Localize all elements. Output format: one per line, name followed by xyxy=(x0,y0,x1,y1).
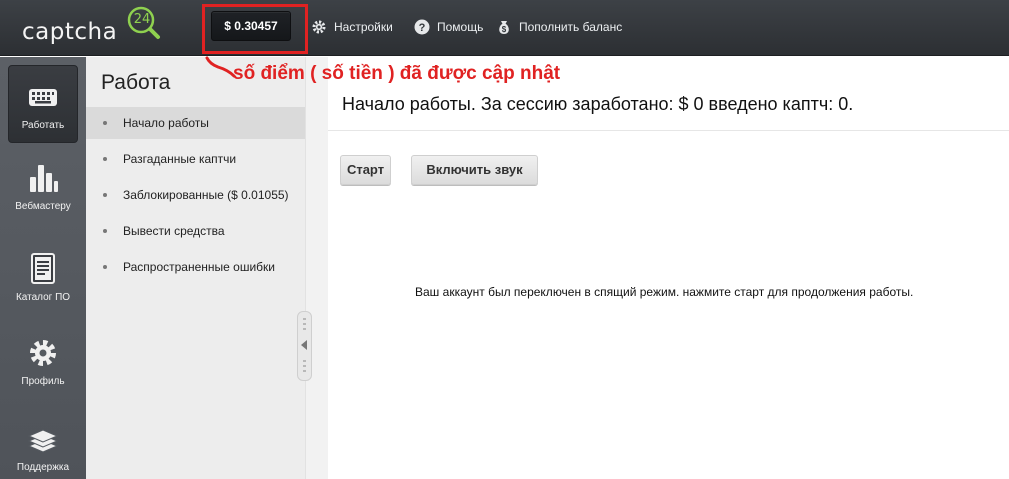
sidebar-item-label: Поддержка xyxy=(16,462,70,473)
top-up-balance-label: Пополнить баланс xyxy=(519,20,623,34)
main-gutter xyxy=(306,57,328,479)
submenu-title: Работа xyxy=(101,71,171,94)
logo-text: captcha xyxy=(22,19,118,45)
submenu-panel: Работа Начало работы Разгаданные каптчи … xyxy=(86,57,306,479)
submenu-item-label: Заблокированные ($ 0.01055) xyxy=(123,188,289,202)
main-content: Начало работы. За сессию заработано: $ 0… xyxy=(328,80,1009,479)
submenu-item-blocked[interactable]: Заблокированные ($ 0.01055) xyxy=(86,179,305,211)
submenu-item-withdraw[interactable]: Вывести средства xyxy=(86,215,305,247)
bar-chart-icon xyxy=(26,161,60,195)
submenu-item-solved-captchas[interactable]: Разгаданные каптчи xyxy=(86,143,305,175)
money-bag-icon: $ xyxy=(496,19,512,35)
svg-text:?: ? xyxy=(419,22,426,34)
help-link[interactable]: ? Помощь xyxy=(414,18,483,36)
sidebar-item-work[interactable]: Работать xyxy=(8,65,78,143)
logo-magnifier-icon: 24 xyxy=(125,5,160,39)
grip-dot xyxy=(303,360,306,362)
bullet-icon xyxy=(103,121,107,125)
settings-label: Настройки xyxy=(334,20,393,34)
submenu-item-getting-started[interactable]: Начало работы xyxy=(86,107,305,139)
help-label: Помощь xyxy=(437,20,484,34)
sidebar-item-label: Профиль xyxy=(21,376,65,387)
sidebar-item-label: Работать xyxy=(21,120,65,131)
page-title: Начало работы. За сессию заработано: $ 0… xyxy=(342,94,854,114)
sidebar-item-software-catalog[interactable]: Каталог ПО xyxy=(8,252,78,303)
gear-icon xyxy=(26,336,60,370)
submenu-item-common-errors[interactable]: Распространенные ошибки xyxy=(86,251,305,283)
sidebar-item-support[interactable]: Поддержка xyxy=(8,422,78,473)
submenu-item-label: Распространенные ошибки xyxy=(123,260,275,274)
icon-sidebar: Работать Вебмастеру Каталог ПО Профиль П… xyxy=(0,57,86,479)
grip-dot xyxy=(303,370,306,372)
grip-dot xyxy=(303,323,306,325)
help-icon: ? xyxy=(414,19,430,35)
sleep-mode-message: Ваш аккаунт был переключен в спящий режи… xyxy=(415,285,914,299)
logo-number: 24 xyxy=(133,12,151,27)
svg-text:$: $ xyxy=(502,25,507,34)
grip-dot xyxy=(303,328,306,330)
gear-icon xyxy=(311,19,327,35)
sidebar-item-label: Каталог ПО xyxy=(15,292,71,303)
bullet-icon xyxy=(103,229,107,233)
document-icon xyxy=(26,252,60,286)
start-button[interactable]: Старт xyxy=(340,155,391,185)
submenu-item-label: Вывести средства xyxy=(123,224,225,238)
bullet-icon xyxy=(103,157,107,161)
balance-highlight-box xyxy=(202,4,308,54)
submenu-item-label: Разгаданные каптчи xyxy=(123,152,237,166)
keyboard-icon xyxy=(26,80,60,114)
sidebar-item-label: Вебмастеру xyxy=(15,201,71,212)
bullet-icon xyxy=(103,265,107,269)
settings-link[interactable]: Настройки xyxy=(311,18,393,36)
top-bar: captcha 24 $ 0.30457 Настройки ? Помощь … xyxy=(0,0,1009,56)
divider xyxy=(328,130,1009,131)
collapse-panel-handle[interactable] xyxy=(297,311,312,381)
enable-sound-button[interactable]: Включить звук xyxy=(411,155,538,185)
sidebar-item-profile[interactable]: Профиль xyxy=(8,336,78,387)
bullet-icon xyxy=(103,193,107,197)
annotation-label: số điểm ( số tiền ) đã được cập nhật xyxy=(233,63,561,84)
submenu-item-label: Начало работы xyxy=(123,116,209,130)
sidebar-item-webmaster[interactable]: Вебмастеру xyxy=(8,161,78,212)
chevron-left-icon xyxy=(301,340,307,350)
layers-icon xyxy=(26,422,60,456)
grip-dot xyxy=(303,318,306,320)
top-up-balance-link[interactable]: $ Пополнить баланс xyxy=(496,18,622,36)
grip-dot xyxy=(303,365,306,367)
